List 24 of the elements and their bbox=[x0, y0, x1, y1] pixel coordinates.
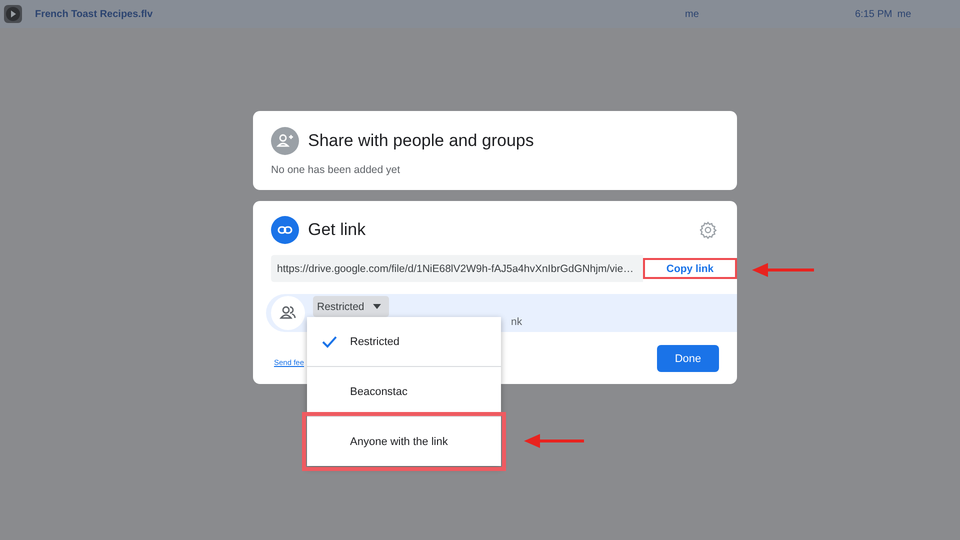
access-description: nk bbox=[511, 316, 522, 328]
file-name: French Toast Recipes.flv bbox=[35, 8, 154, 20]
link-url-field[interactable]: https://drive.google.com/file/d/1NiE68lV2W9h-fAJ5a4hvXnIbrGdGNhjm/vie… bbox=[271, 255, 643, 282]
copy-link-button[interactable]: Copy link bbox=[643, 258, 737, 279]
menu-item[interactable]: Restricted bbox=[307, 317, 501, 366]
access-dropdown[interactable]: Restricted bbox=[313, 296, 390, 317]
file-owner: me bbox=[685, 8, 700, 20]
annotation-arrow bbox=[752, 263, 814, 277]
people-icon bbox=[271, 296, 305, 330]
file-modified: 6:15 PM bbox=[855, 8, 892, 20]
file-modified-by: me bbox=[897, 8, 912, 20]
caret-icon bbox=[373, 304, 382, 309]
settings-icon[interactable] bbox=[699, 221, 717, 239]
video-file-icon bbox=[4, 5, 22, 23]
share-status: No one has been added yet bbox=[271, 164, 402, 176]
annotation-arrow bbox=[524, 434, 584, 448]
add-person-icon bbox=[271, 127, 299, 155]
done-button[interactable]: Done bbox=[657, 345, 719, 372]
check-icon bbox=[322, 336, 337, 348]
menu-item[interactable]: Anyone with the link bbox=[307, 417, 501, 466]
menu-item[interactable]: Beaconstac bbox=[307, 367, 501, 416]
share-title: Share with people and groups bbox=[308, 131, 534, 151]
link-icon bbox=[271, 216, 299, 244]
link-title: Get link bbox=[308, 220, 366, 240]
